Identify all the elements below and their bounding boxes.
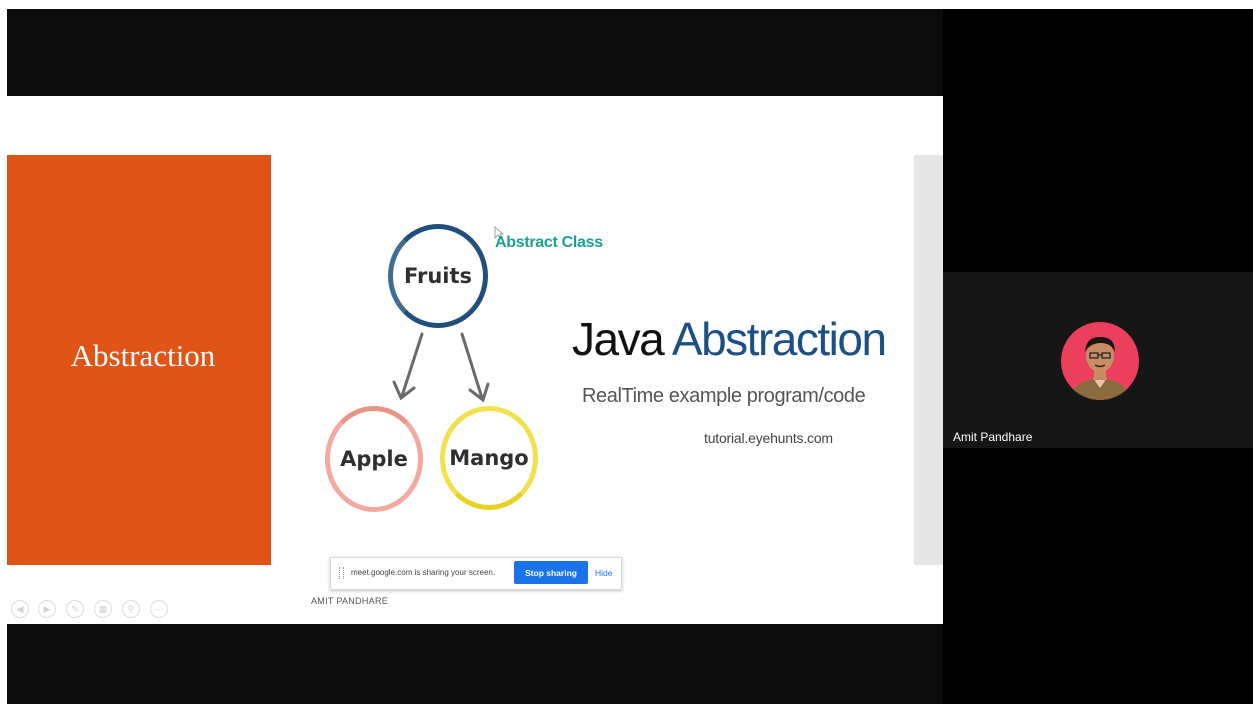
next-icon[interactable]: ▶ (38, 600, 56, 618)
title-word-java: Java (572, 313, 665, 365)
fruits-circle: Fruits (388, 224, 488, 328)
slides-icon[interactable]: ▦ (94, 600, 112, 618)
apple-circle: Apple (325, 406, 423, 512)
diagram-arrows (392, 332, 490, 403)
drag-handle-icon[interactable] (339, 567, 344, 579)
participant-name: Amit Pandhare (953, 430, 1033, 444)
slide-section-title: Abstraction (70, 338, 216, 373)
slide-subtitle: RealTime example program/code (582, 385, 866, 407)
share-status-text: meet.google.com is sharing your screen. (351, 568, 496, 577)
arrow-to-apple (392, 332, 424, 401)
slide-main-title: Java Abstraction (572, 312, 887, 366)
title-word-abstraction: Abstraction (671, 313, 887, 365)
hide-button[interactable]: Hide (595, 568, 612, 578)
stop-sharing-button[interactable]: Stop sharing (514, 561, 588, 584)
more-icon[interactable]: ⋯ (150, 600, 168, 618)
pen-icon[interactable]: ✎ (66, 600, 84, 618)
slide-footer-author: AMIT PANDHARE (311, 596, 389, 606)
person-photo-icon (1069, 336, 1131, 400)
slide-website: tutorial.eyehunts.com (704, 430, 833, 446)
mango-circle: Mango (440, 406, 538, 510)
screen-share-bar: meet.google.com is sharing your screen. … (330, 557, 622, 590)
previous-icon[interactable]: ◀ (11, 600, 29, 618)
abstract-class-label: Abstract Class (495, 234, 603, 251)
zoom-icon[interactable]: ⚲ (122, 600, 140, 618)
arrow-to-mango (460, 332, 490, 403)
avatar (1061, 322, 1139, 400)
slide-edge-strip (914, 155, 943, 565)
